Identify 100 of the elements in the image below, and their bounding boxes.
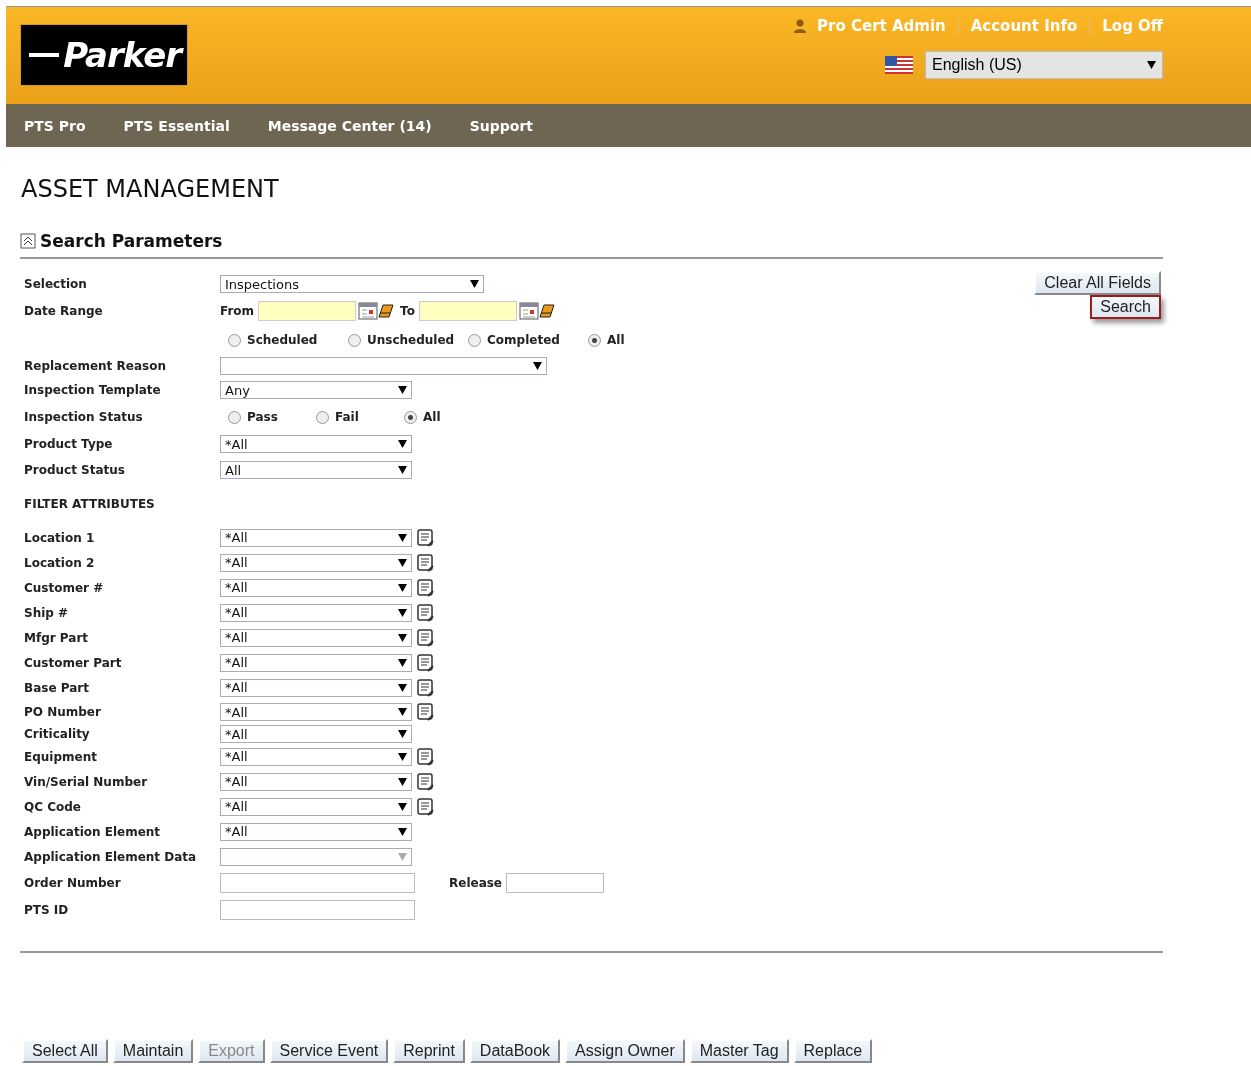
collapse-icon[interactable] (20, 233, 36, 249)
list-edit-icon[interactable] (417, 528, 435, 547)
search-button[interactable]: Search (1090, 295, 1161, 319)
flag-icon (885, 56, 913, 74)
field-label: To (400, 304, 415, 318)
list-edit-icon[interactable] (417, 603, 435, 622)
input-field[interactable] (220, 899, 415, 920)
action-button[interactable]: Maintain (112, 1039, 194, 1063)
clear-button[interactable]: Clear All Fields (1034, 271, 1161, 295)
list-edit-icon[interactable] (417, 797, 435, 816)
dropdown[interactable]: *All (220, 578, 412, 597)
dropdown[interactable]: Inspections (220, 275, 484, 293)
field-label: Equipment (24, 749, 98, 764)
dropdown-arrow-icon (1147, 61, 1156, 69)
dropdown-arrow-icon (398, 683, 407, 692)
dropdown[interactable]: *All (220, 603, 412, 622)
field-label: PO Number (24, 705, 102, 719)
dropdown-arrow-icon (398, 827, 407, 836)
list-edit-icon[interactable] (417, 653, 435, 672)
dropdown-arrow-icon (398, 583, 407, 592)
dropdown-arrow-icon (398, 730, 407, 738)
dropdown-arrow-icon (398, 533, 407, 542)
field-label: Order Number (24, 875, 122, 890)
language-select[interactable]: English (US) (925, 51, 1163, 79)
date-field[interactable] (258, 301, 357, 321)
dropdown[interactable]: *All (220, 747, 412, 766)
field-label: Application Element (24, 824, 162, 839)
field-label: Product Type (24, 437, 114, 451)
field-label: Location 2 (24, 555, 96, 570)
list-edit-icon[interactable] (417, 678, 435, 697)
action-button[interactable]: Replace (793, 1039, 873, 1063)
field-label: Date Range (24, 304, 104, 318)
dropdown-arrow-icon (398, 466, 407, 474)
dropdown-arrow-icon (398, 608, 407, 617)
nav-item[interactable]: PTS Essential (123, 117, 230, 134)
radio-option[interactable]: Unscheduled (348, 333, 460, 347)
dropdown-arrow-icon (398, 633, 407, 642)
action-button[interactable]: Service Event (269, 1039, 389, 1063)
action-button[interactable]: Assign Owner (565, 1039, 685, 1063)
radio-option[interactable]: Fail (316, 410, 396, 424)
field-label: Customer Part (24, 655, 123, 670)
list-edit-icon[interactable] (417, 703, 435, 721)
action-button[interactable]: Select All (22, 1039, 108, 1063)
field-label: Inspection Template (24, 383, 162, 397)
eraser-icon[interactable] (378, 304, 395, 318)
dropdown[interactable]: *All (220, 772, 412, 791)
field-label: Base Part (24, 680, 90, 695)
field-label: Release (449, 875, 502, 890)
field-label: PTS ID (24, 902, 70, 917)
date-field[interactable] (418, 301, 517, 321)
logo: Parker (20, 24, 188, 86)
dropdown[interactable]: *All (220, 553, 412, 572)
list-edit-icon[interactable] (417, 747, 435, 766)
field-label: Vin/Serial Number (24, 774, 149, 789)
dropdown-arrow-icon (398, 386, 407, 394)
list-edit-icon[interactable] (417, 553, 435, 572)
field-label: Product Status (24, 463, 126, 477)
input-field[interactable] (220, 872, 415, 893)
input-field[interactable] (506, 872, 604, 893)
calendar-icon[interactable] (358, 302, 379, 320)
field-label: From (220, 304, 255, 318)
dropdown-arrow-icon (398, 440, 407, 448)
dropdown-arrow-icon (398, 852, 407, 861)
list-edit-icon[interactable] (417, 628, 435, 647)
field-label: QC Code (24, 799, 82, 814)
dropdown[interactable]: All (220, 461, 412, 479)
radio-option[interactable]: All (404, 410, 484, 424)
action-button[interactable]: DataBook (469, 1039, 561, 1063)
field-label: Mfgr Part (24, 630, 90, 645)
radio-option[interactable]: Scheduled (228, 333, 340, 347)
nav-item[interactable]: Message Center (14) (267, 117, 432, 134)
dropdown-arrow-icon (398, 802, 407, 811)
dropdown[interactable]: *All (220, 435, 412, 453)
list-edit-icon[interactable] (417, 772, 435, 791)
radio-option[interactable]: All (588, 333, 628, 347)
field-label: Replacement Reason (24, 359, 167, 373)
dropdown[interactable]: *All (220, 528, 412, 547)
field-label: Criticality (24, 727, 91, 741)
dropdown[interactable]: *All (220, 703, 412, 721)
page-title: ASSET MANAGEMENT (21, 175, 280, 203)
dropdown[interactable]: *All (220, 797, 412, 816)
action-button[interactable]: Reprint (393, 1039, 465, 1063)
calendar-icon[interactable] (518, 302, 539, 320)
field-label: Ship # (24, 605, 70, 620)
nav-item[interactable]: PTS Pro (24, 117, 86, 134)
nav-item[interactable]: Support (469, 117, 533, 134)
dropdown[interactable]: *All (220, 628, 412, 647)
dropdown[interactable]: *All (220, 678, 412, 697)
action-button[interactable]: Master Tag (689, 1039, 789, 1063)
field-label: Customer # (24, 580, 105, 595)
dropdown-arrow-icon (398, 658, 407, 667)
field-label: Inspection Status (24, 410, 144, 424)
radio-option[interactable]: Pass (228, 410, 308, 424)
list-edit-icon[interactable] (417, 578, 435, 597)
dropdown[interactable]: Any (220, 381, 412, 399)
dropdown[interactable]: *All (220, 822, 412, 841)
dropdown[interactable]: *All (220, 653, 412, 672)
eraser-icon[interactable] (538, 304, 555, 318)
radio-option[interactable]: Completed (468, 333, 580, 347)
dropdown[interactable]: *All (220, 725, 412, 743)
